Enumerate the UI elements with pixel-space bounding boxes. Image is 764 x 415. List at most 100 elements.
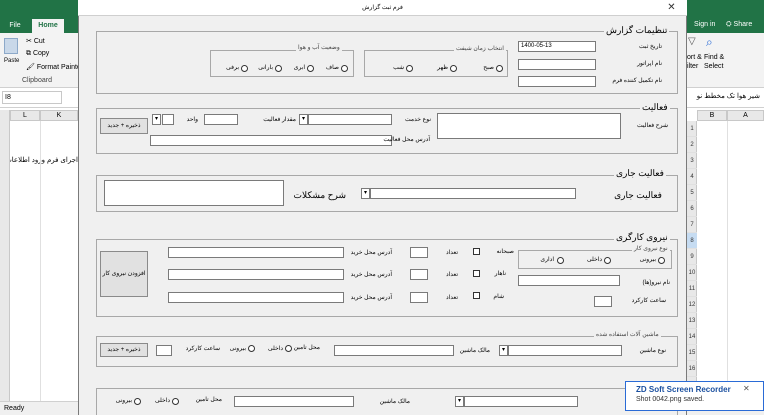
- activity-save-new-button[interactable]: ذخیره + جدید: [100, 118, 148, 134]
- row-header[interactable]: 4: [687, 169, 697, 185]
- row-header-left: [0, 110, 10, 410]
- worker-type-caption: نوع نیروی کار: [632, 245, 670, 252]
- find-icon[interactable]: ⌕: [706, 35, 713, 50]
- formula-input[interactable]: شیر هوا تک مخطط نو: [694, 92, 760, 100]
- service-type-input[interactable]: [308, 114, 392, 125]
- breakfast-count-label: تعداد: [445, 250, 458, 256]
- tab-home[interactable]: Home: [32, 19, 64, 33]
- dinner-address-input[interactable]: [168, 292, 344, 303]
- row-header[interactable]: 13: [687, 313, 697, 329]
- dinner-checkbox[interactable]: [473, 292, 480, 299]
- close-icon[interactable]: ✕: [656, 0, 687, 16]
- add-worker-button[interactable]: افزودن نیروی کار: [100, 251, 148, 297]
- service-type-dropdown[interactable]: ▾: [299, 114, 308, 125]
- column-header-l[interactable]: L: [10, 110, 40, 121]
- row-header[interactable]: 14: [687, 329, 697, 345]
- report-settings-caption: تنظیمات گزارش: [604, 25, 670, 36]
- current-activity-caption: فعالیت جاری: [614, 168, 666, 179]
- column-header-b[interactable]: B: [697, 110, 727, 121]
- date-label: تاریخ ثبت: [639, 44, 662, 50]
- operator-label: نام اپراتور: [637, 61, 662, 67]
- shift-noon-radio[interactable]: [450, 65, 457, 72]
- form-filler-input[interactable]: [518, 76, 596, 87]
- row-header[interactable]: 2: [687, 137, 697, 153]
- breakfast-address-input[interactable]: [168, 247, 344, 258]
- column-header-k[interactable]: K: [40, 110, 78, 121]
- activity-description-label: شرح فعالیت: [637, 123, 668, 129]
- weather-snowy-radio[interactable]: [241, 65, 248, 72]
- machine-type-dropdown[interactable]: ▾: [499, 345, 508, 356]
- shift-morning-radio[interactable]: [496, 65, 503, 72]
- macro-cell-text[interactable]: اجرای فرم ورود اطلاعات: [10, 156, 78, 172]
- activity-description-input[interactable]: [437, 113, 621, 139]
- date-input[interactable]: 1400-05-13: [518, 41, 596, 52]
- machine-hours-input[interactable]: [156, 345, 172, 356]
- row-header[interactable]: 3: [687, 153, 697, 169]
- format-painter-label: Format Painter: [36, 64, 84, 71]
- row-header[interactable]: 11: [687, 281, 697, 297]
- activity-amount-label: مقدار فعالیت: [263, 117, 296, 123]
- activity-location-input[interactable]: [150, 135, 392, 146]
- toast-close-icon[interactable]: ✕: [743, 384, 750, 393]
- share-button[interactable]: ⛭ Share: [726, 21, 752, 29]
- worker-office-radio[interactable]: [557, 257, 564, 264]
- activity-amount-input[interactable]: [204, 114, 238, 125]
- machine-supply-internal-radio[interactable]: [285, 345, 292, 352]
- lunch-label: ناهار: [494, 271, 506, 277]
- dinner-count-input[interactable]: [410, 292, 428, 303]
- lunch-address-label: آدرس محل خرید: [350, 272, 392, 278]
- cut-button[interactable]: ✂ Cut: [26, 37, 45, 45]
- machine-supply-external-radio[interactable]: [248, 345, 255, 352]
- weather-rainy-radio[interactable]: [275, 65, 282, 72]
- work-hours-input[interactable]: [594, 296, 612, 307]
- column-header-a[interactable]: A: [727, 110, 764, 121]
- current-activity-dropdown[interactable]: ▾: [361, 188, 370, 199]
- bottom-type-dropdown[interactable]: ▾: [455, 396, 464, 407]
- row-header[interactable]: 7: [687, 217, 697, 233]
- name-box[interactable]: I8: [2, 91, 62, 104]
- row-header[interactable]: 9: [687, 249, 697, 265]
- shift-night-radio[interactable]: [406, 65, 413, 72]
- copy-button[interactable]: ⧉ Copy: [26, 50, 49, 58]
- machine-type-input[interactable]: [508, 345, 622, 356]
- format-painter-button[interactable]: 🖌 Format Painter: [26, 63, 83, 71]
- unit-input[interactable]: [162, 114, 174, 125]
- weather-clear-radio[interactable]: [341, 65, 348, 72]
- unit-label: واحد: [186, 117, 198, 123]
- clipboard-group-label: Clipboard: [22, 77, 52, 84]
- machine-owner-input[interactable]: [334, 345, 454, 356]
- current-activity-input[interactable]: [370, 188, 576, 199]
- bottom-supply-internal-radio[interactable]: [172, 398, 179, 405]
- row-header[interactable]: 1: [687, 121, 697, 137]
- bottom-supply-label: محل تامین: [195, 397, 222, 403]
- row-header[interactable]: 6: [687, 201, 697, 217]
- row-header[interactable]: 10: [687, 265, 697, 281]
- weather-cloudy-radio[interactable]: [307, 65, 314, 72]
- breakfast-checkbox[interactable]: [473, 248, 480, 255]
- unit-dropdown[interactable]: ▾: [152, 114, 161, 125]
- lunch-address-input[interactable]: [168, 269, 344, 280]
- row-header[interactable]: 15: [687, 345, 697, 361]
- tab-file[interactable]: File: [2, 19, 28, 33]
- bottom-type-input[interactable]: [464, 396, 578, 407]
- breakfast-count-input[interactable]: [410, 247, 428, 258]
- problems-input[interactable]: [104, 180, 284, 206]
- row-header[interactable]: 8: [687, 233, 697, 249]
- bottom-supply-external-radio[interactable]: [134, 398, 141, 405]
- row-header[interactable]: 16: [687, 361, 697, 377]
- sort-filter-icon[interactable]: ▽: [688, 36, 696, 47]
- lunch-checkbox[interactable]: [473, 270, 480, 277]
- worker-internal-radio[interactable]: [604, 257, 611, 264]
- bottom-owner-input[interactable]: [234, 396, 354, 407]
- worker-names-input[interactable]: [518, 275, 620, 286]
- worker-external-radio[interactable]: [658, 257, 665, 264]
- paste-icon[interactable]: [4, 38, 18, 54]
- machine-supply-internal-label: داخلی: [267, 346, 283, 352]
- row-header[interactable]: 12: [687, 297, 697, 313]
- machine-save-new-button[interactable]: ذخیره + جدید: [100, 343, 148, 357]
- worker-names-label: نام نیرو(ها): [642, 280, 670, 286]
- signin-link[interactable]: Sign in: [694, 21, 715, 28]
- lunch-count-input[interactable]: [410, 269, 428, 280]
- operator-input[interactable]: [518, 59, 596, 70]
- row-header[interactable]: 5: [687, 185, 697, 201]
